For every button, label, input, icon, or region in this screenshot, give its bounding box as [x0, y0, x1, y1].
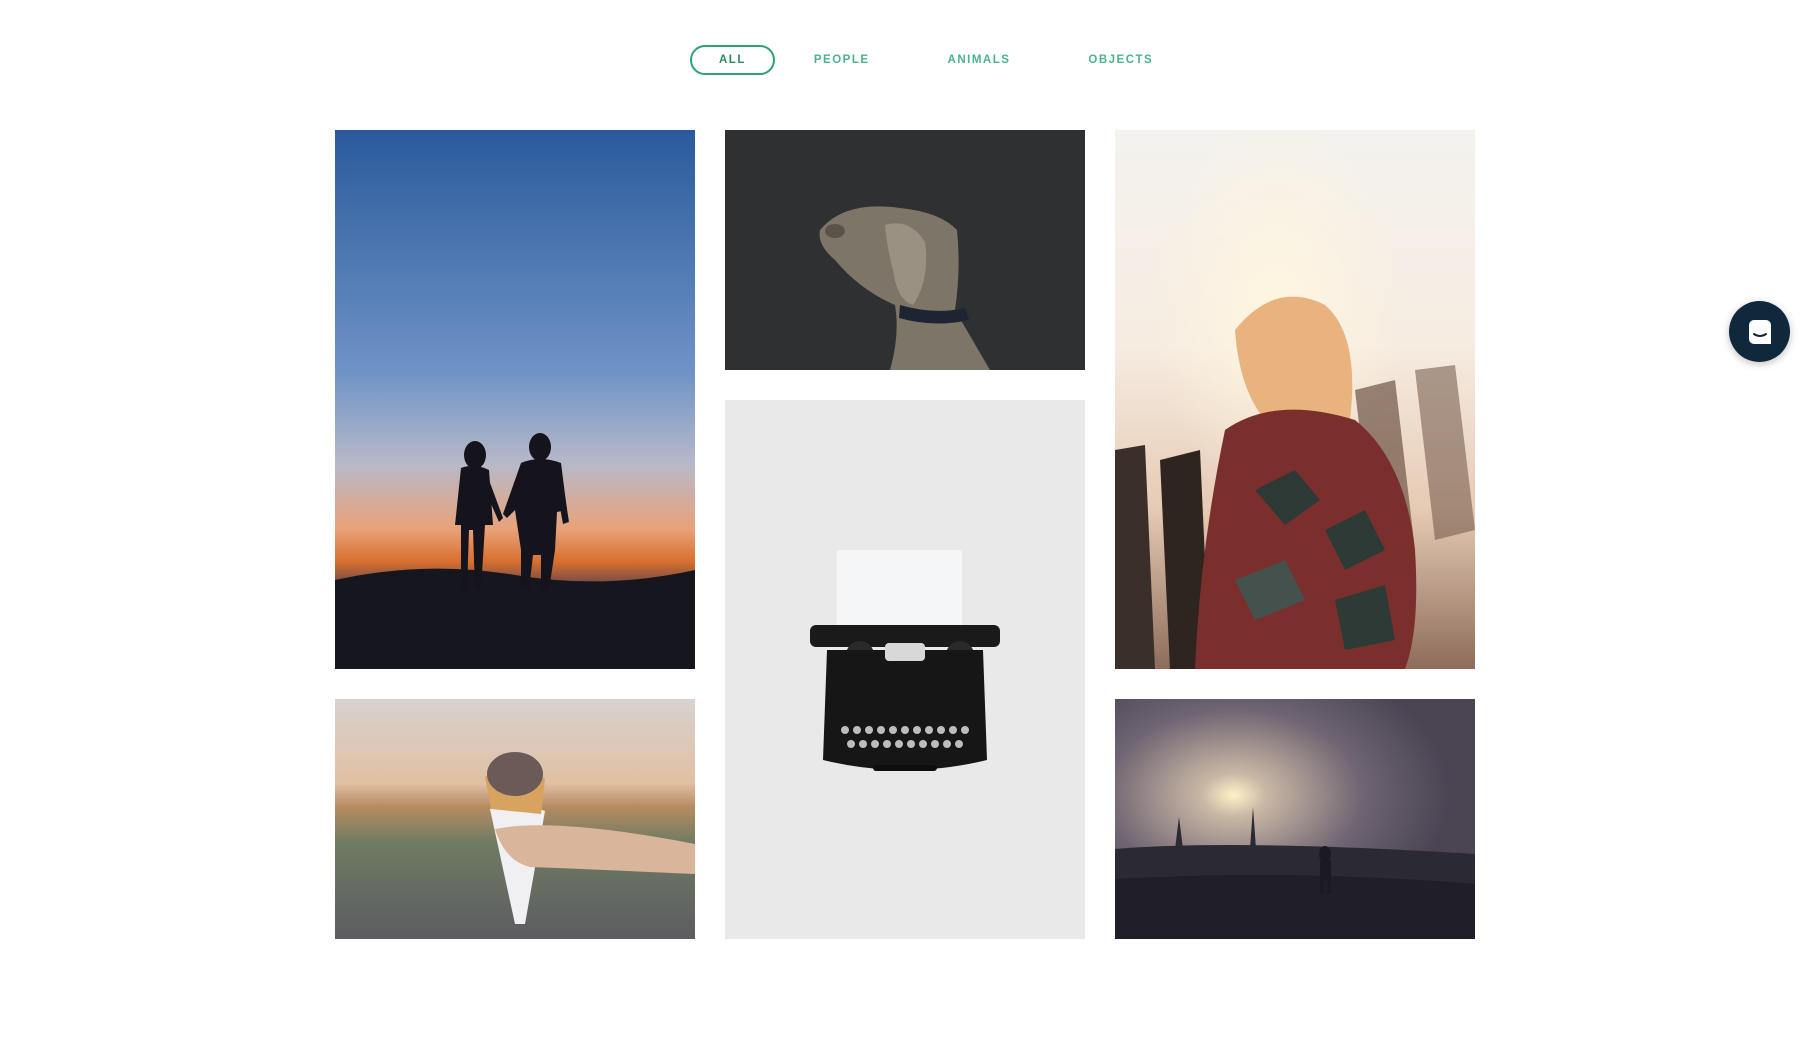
- tab-animals[interactable]: ANIMALS: [909, 45, 1050, 75]
- couple-sunset-image: [335, 130, 695, 669]
- photo-woman-blanket[interactable]: [1115, 130, 1475, 669]
- chat-icon: [1748, 319, 1771, 344]
- photo-typewriter[interactable]: [725, 400, 1085, 939]
- tab-all[interactable]: ALL: [690, 45, 775, 75]
- photo-foggy-field[interactable]: [1115, 699, 1475, 939]
- typewriter-image: [725, 400, 1085, 939]
- photo-couple-sunset[interactable]: [335, 130, 695, 669]
- photo-gallery: [335, 130, 1476, 940]
- ice-cream-image: [335, 699, 695, 939]
- filter-tabs: ALL PEOPLE ANIMALS OBJECTS: [690, 44, 1182, 76]
- foggy-field-image: [1115, 699, 1475, 939]
- dog-image: [725, 130, 1085, 370]
- photo-dog[interactable]: [725, 130, 1085, 370]
- woman-blanket-image: [1115, 130, 1475, 669]
- tab-objects[interactable]: OBJECTS: [1059, 45, 1182, 75]
- photo-ice-cream[interactable]: [335, 699, 695, 939]
- page: ALL PEOPLE ANIMALS OBJECTS: [0, 0, 1810, 1051]
- tab-people[interactable]: PEOPLE: [785, 45, 899, 75]
- chat-launcher-button[interactable]: [1729, 301, 1790, 362]
